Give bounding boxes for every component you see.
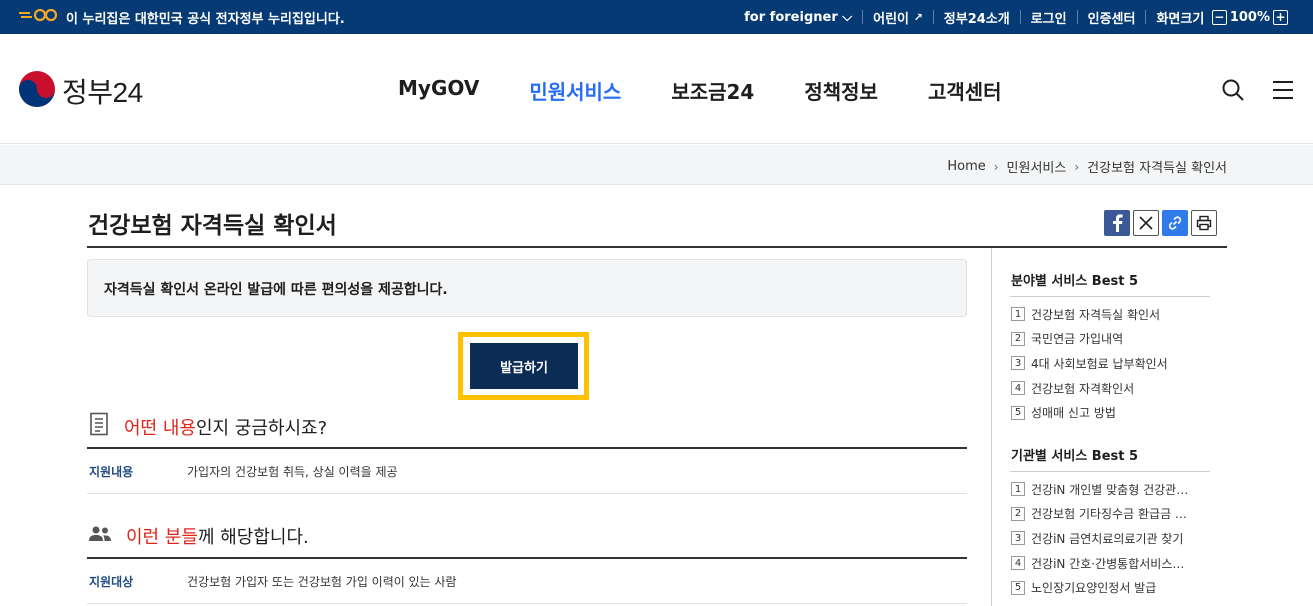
- section-target-heading: 이런 분들께 해당합니다.: [88, 523, 309, 549]
- link-copy-icon[interactable]: [1162, 210, 1188, 236]
- section-divider: [87, 557, 967, 559]
- list-item[interactable]: 3 건강iN 금연치료의료기관 찾기: [1011, 526, 1188, 551]
- search-icon[interactable]: [1221, 78, 1245, 106]
- agency-best-title: 기관별 서비스 Best 5: [1011, 449, 1139, 464]
- kids-link[interactable]: 어린이 ↗: [862, 10, 933, 27]
- rank-badge: 5: [1011, 580, 1025, 595]
- title-divider: [87, 246, 1227, 248]
- rank-badge: 2: [1011, 506, 1025, 521]
- foreigner-link[interactable]: for foreigner ⌵: [734, 9, 862, 25]
- breadcrumb-bar: Home › 민원서비스 › 건강보험 자격득실 확인서: [0, 145, 1313, 185]
- site-header: 정부24 MyGOV 민원서비스 보조금24 정책정보 고객센터: [0, 34, 1313, 144]
- list-item-label: 성매매 신고 방법: [1031, 406, 1116, 421]
- nav-civil-service[interactable]: 민원서비스: [529, 76, 621, 105]
- about-link[interactable]: 정부24소개: [932, 10, 1020, 27]
- x-icon[interactable]: [1133, 210, 1159, 236]
- official-notice: 이 누리집은 대한민국 공식 전자정부 누리집입니다.: [18, 0, 345, 34]
- menu-icon[interactable]: [1271, 79, 1295, 105]
- service-notice: 자격득실 확인서 온라인 발급에 따른 편의성을 제공합니다.: [87, 259, 967, 317]
- rank-badge: 1: [1011, 482, 1025, 497]
- people-icon: [88, 525, 112, 548]
- field-best-title: 분야별 서비스 Best 5: [1011, 274, 1139, 289]
- list-item-label: 건강보험 자격확인서: [1031, 381, 1135, 396]
- egov-logo-icon: [18, 8, 58, 26]
- support-content-key: 지원내용: [89, 465, 134, 479]
- list-item-label: 노인장기요양인정서 발급: [1031, 581, 1157, 596]
- rank-badge: 2: [1011, 331, 1025, 346]
- breadcrumb-home[interactable]: Home: [947, 159, 985, 174]
- logo-text: 정부24: [62, 77, 143, 108]
- rank-badge: 3: [1011, 356, 1025, 371]
- list-item-label: 건강iN 개인별 맞춤형 건강관…: [1031, 482, 1189, 497]
- list-item[interactable]: 4 건강보험 자격확인서: [1011, 376, 1168, 401]
- support-target-row: 지원대상 건강보험 가입자 또는 건강보험 가입 이력이 있는 사람: [87, 560, 967, 604]
- agency-best-list: 1 건강iN 개인별 맞춤형 건강관… 2 건강보험 기타징수금 환급금 … 3 건강…: [1011, 477, 1188, 600]
- sidebar-divider: [991, 248, 992, 606]
- document-icon: [88, 412, 110, 441]
- support-target-value: 건강보험 가입자 또는 건강보험 가입 이력이 있는 사람: [187, 575, 457, 589]
- breadcrumb: Home › 민원서비스 › 건강보험 자격득실 확인서: [947, 157, 1227, 176]
- nav-customer-center[interactable]: 고객센터: [928, 76, 1002, 105]
- breadcrumb-current[interactable]: 건강보험 자격득실 확인서: [1087, 157, 1227, 176]
- zoom-control: 화면크기 − 100% +: [1145, 9, 1301, 27]
- list-item-label: 건강보험 기타징수금 환급금 …: [1031, 507, 1187, 522]
- list-item[interactable]: 5 성매매 신고 방법: [1011, 400, 1168, 425]
- section-content-highlight: 어떤 내용: [124, 417, 196, 439]
- section-content-heading: 어떤 내용인지 궁금하시죠?: [88, 412, 327, 441]
- site-logo[interactable]: 정부24: [18, 70, 143, 112]
- issue-button[interactable]: 발급하기: [470, 343, 578, 389]
- page-title: 건강보험 자격득실 확인서: [88, 213, 337, 239]
- rank-badge: 4: [1011, 381, 1025, 396]
- section-target-highlight: 이런 분들: [126, 527, 198, 548]
- share-buttons: [1104, 210, 1217, 236]
- print-icon[interactable]: [1191, 210, 1217, 236]
- sidebar-divider: [1010, 471, 1210, 472]
- list-item-label: 건강iN 간호·간병통합서비스…: [1031, 556, 1185, 571]
- support-target-key: 지원대상: [89, 575, 134, 589]
- support-content-row: 지원내용 가입자의 건강보험 취득, 상실 이력을 제공: [87, 450, 967, 494]
- external-link-icon: ↗: [913, 10, 923, 24]
- rank-badge: 4: [1011, 556, 1025, 571]
- breadcrumb-civil-service[interactable]: 민원서비스: [1007, 157, 1067, 176]
- zoom-in-button[interactable]: +: [1273, 9, 1288, 25]
- login-link[interactable]: 로그인: [1019, 10, 1077, 27]
- list-item[interactable]: 5 노인장기요양인정서 발급: [1011, 575, 1188, 600]
- section-divider: [87, 447, 967, 449]
- list-item[interactable]: 4 건강iN 간호·간병통합서비스…: [1011, 551, 1188, 576]
- list-item-label: 건강iN 금연치료의료기관 찾기: [1031, 531, 1184, 546]
- list-item[interactable]: 2 건강보험 기타징수금 환급금 …: [1011, 502, 1188, 527]
- support-content-value: 가입자의 건강보험 취득, 상실 이력을 제공: [187, 465, 398, 479]
- chevron-right-icon: ›: [1074, 159, 1080, 174]
- chevron-down-icon: ⌵: [842, 9, 853, 25]
- nav-mygov[interactable]: MyGOV: [398, 76, 479, 105]
- notice-text: 자격득실 확인서 온라인 발급에 따른 편의성을 제공합니다.: [104, 282, 448, 298]
- field-best-list: 1 건강보험 자격득실 확인서 2 국민연금 가입내역 3 4대 사회보험료 납부확인…: [1011, 302, 1168, 425]
- section-content-rest: 인지 궁금하시죠?: [195, 417, 328, 439]
- list-item-label: 국민연금 가입내역: [1031, 332, 1124, 347]
- rank-badge: 3: [1011, 531, 1025, 546]
- official-notice-text: 이 누리집은 대한민국 공식 전자정부 누리집입니다.: [66, 11, 345, 27]
- government-banner: 이 누리집은 대한민국 공식 전자정부 누리집입니다. for foreigne…: [0, 0, 1313, 34]
- rank-badge: 5: [1011, 405, 1025, 420]
- list-item-label: 4대 사회보험료 납부확인서: [1031, 356, 1168, 371]
- facebook-icon[interactable]: [1104, 210, 1130, 236]
- zoom-label: 화면크기: [1156, 11, 1205, 27]
- list-item[interactable]: 1 건강iN 개인별 맞춤형 건강관…: [1011, 477, 1188, 502]
- section-target-rest: 께 해당합니다.: [197, 527, 309, 548]
- main-nav: MyGOV 민원서비스 보조금24 정책정보 고객센터: [398, 76, 1002, 105]
- list-item[interactable]: 1 건강보험 자격득실 확인서: [1011, 302, 1168, 327]
- rank-badge: 1: [1011, 307, 1025, 322]
- list-item[interactable]: 2 국민연금 가입내역: [1011, 327, 1168, 352]
- sidebar-divider: [1010, 296, 1210, 297]
- nav-subsidy[interactable]: 보조금24: [671, 76, 754, 105]
- nav-policy[interactable]: 정책정보: [804, 76, 878, 105]
- cert-center-link[interactable]: 인증센터: [1076, 10, 1146, 27]
- zoom-value: 100%: [1229, 9, 1270, 25]
- taegeuk-icon: [18, 70, 56, 112]
- zoom-out-button[interactable]: −: [1211, 9, 1227, 25]
- list-item-label: 건강보험 자격득실 확인서: [1031, 307, 1161, 322]
- list-item[interactable]: 3 4대 사회보험료 납부확인서: [1011, 351, 1168, 376]
- chevron-right-icon: ›: [993, 159, 999, 174]
